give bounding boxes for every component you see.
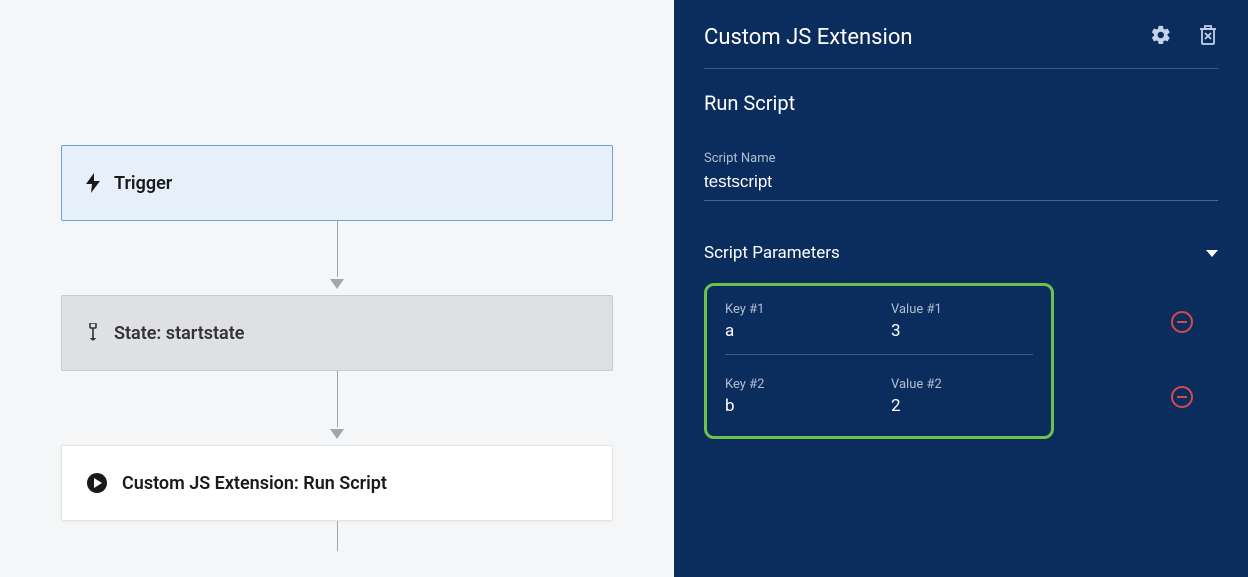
flow-canvas[interactable]: Trigger State: startstate Custom JS Exte… xyxy=(0,0,674,577)
divider xyxy=(725,354,1033,355)
play-circle-icon xyxy=(86,472,108,494)
remove-parameter-button[interactable] xyxy=(1171,311,1193,333)
shovel-icon xyxy=(86,323,100,343)
param-value-label: Value #2 xyxy=(891,377,1033,392)
script-parameters-header[interactable]: Script Parameters xyxy=(704,243,1218,263)
script-name-input[interactable] xyxy=(704,166,1218,201)
trigger-node-label: Trigger xyxy=(114,173,172,194)
panel-title: Custom JS Extension xyxy=(704,25,913,50)
param-key-value[interactable]: a xyxy=(725,321,867,341)
param-key-label: Key #1 xyxy=(725,302,867,317)
connector-arrow xyxy=(0,371,674,445)
panel-header: Custom JS Extension xyxy=(704,24,1218,69)
connector-arrow xyxy=(0,221,674,295)
param-key-label: Key #2 xyxy=(725,377,867,392)
script-parameters-title: Script Parameters xyxy=(704,243,840,263)
state-node[interactable]: State: startstate xyxy=(61,295,613,371)
action-node[interactable]: Custom JS Extension: Run Script xyxy=(61,445,613,521)
action-node-label: Custom JS Extension: Run Script xyxy=(122,473,387,494)
chevron-down-icon xyxy=(1206,250,1218,257)
parameters-highlight-box: Key #1 a Value #1 3 Key #2 b Value #2 2 xyxy=(704,283,1054,439)
param-value-value[interactable]: 3 xyxy=(891,321,1033,341)
connector-line xyxy=(0,521,674,551)
gear-icon[interactable] xyxy=(1150,24,1172,50)
bolt-icon xyxy=(86,173,100,193)
script-name-field: Script Name xyxy=(704,151,1218,201)
state-node-label: State: startstate xyxy=(114,323,244,344)
panel-subtitle: Run Script xyxy=(704,91,1218,115)
param-value-value[interactable]: 2 xyxy=(891,396,1033,416)
trash-icon[interactable] xyxy=(1198,24,1218,50)
parameter-row: Key #2 b Value #2 2 xyxy=(725,377,1033,416)
param-key-value[interactable]: b xyxy=(725,396,867,416)
script-name-label: Script Name xyxy=(704,151,1218,166)
remove-parameter-button[interactable] xyxy=(1171,386,1193,408)
trigger-node[interactable]: Trigger xyxy=(61,145,613,221)
param-value-label: Value #1 xyxy=(891,302,1033,317)
parameter-row: Key #1 a Value #1 3 xyxy=(725,302,1033,341)
details-panel: Custom JS Extension Run Script Script Na… xyxy=(674,0,1248,577)
